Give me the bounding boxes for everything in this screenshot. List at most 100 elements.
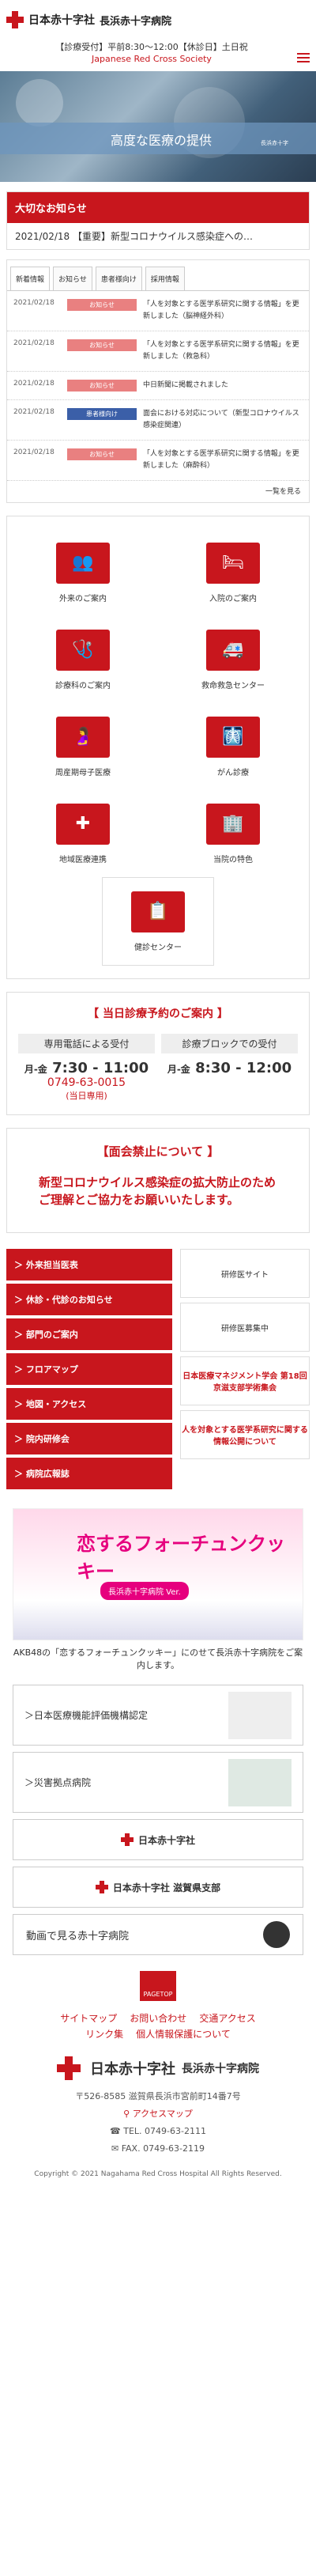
service-item[interactable]: 🩺 診療科のご案内 [8,616,158,703]
quick-link[interactable]: ＞ 地図・アクセス [6,1388,172,1420]
service-item[interactable]: 🩻 がん診療 [158,703,308,790]
hours-text: 【診療受付】平前8:30〜12:00【休診日】土日祝 [55,42,248,52]
service-item[interactable]: 🛏 入院のご案内 [158,529,308,616]
more-link[interactable]: 一覧を見る [7,481,309,496]
service-label: 周産期母子医療 [55,768,111,777]
service-item[interactable]: 📋 健診センター [102,877,214,966]
news-text: 「人を対象とする医学系研究に関する情報」を更新しました（麻酔科） [143,450,299,470]
quick-link-label: 院内研修会 [25,1434,70,1444]
news-badge: お知らせ [67,339,137,351]
visit-title: 【面会禁止について 】 [96,1144,220,1159]
tab-2[interactable]: 患者様向け [95,267,142,290]
arrow-icon: ＞ [14,1330,26,1340]
block-days: 月-金 [167,1064,190,1075]
footer-link[interactable]: サイトマップ [60,2013,117,2024]
tab-1[interactable]: お知らせ [53,267,92,290]
news-date: 2021/02/18 [13,448,55,456]
news-date: 2021/02/18 [13,408,55,416]
tel-label: TEL. 0749-63-2111 [123,2126,206,2136]
cookie-title: 恋するフォーチュンクッキー [77,1533,285,1583]
side-banner[interactable]: 人を対象とする医学系研究に関する情報公開について [180,1410,310,1459]
service-icon: 🛏 [206,542,260,584]
fax: ✉ FAX. 0749-63-2119 [0,2140,316,2158]
quick-link[interactable]: ＞ 院内研修会 [6,1423,172,1454]
notice-item[interactable]: 2021/02/18 【重要】新型コロナウイルス感染症への… [7,223,309,249]
news-text: 「人を対象とする医学系研究に関する情報」を更新しました（脳神経外科） [143,301,299,320]
footer-link[interactable]: 交通アクセス [199,2013,255,2024]
accreditation-thumb [228,1691,292,1739]
arrow-icon: ＞ [14,1364,26,1375]
news-row[interactable]: 2021/02/18 お知らせ 「人を対象とする医学系研究に関する情報」を更新し… [7,441,309,481]
arrow-icon: ＞ [14,1469,26,1479]
pagetop-button[interactable]: PAGETOP [140,1971,176,2001]
service-item[interactable]: 👥 外来のご案内 [8,529,158,616]
service-item[interactable]: ✚ 地域医療連携 [8,790,158,877]
shiga-link-label: 日本赤十字社 滋賀県支部 [112,1882,221,1893]
service-icon: 📋 [131,891,185,932]
video-link[interactable]: 動画で見る赤十字病院 [13,1914,303,1955]
access-map-link[interactable]: ⚲ アクセスマップ [0,2105,316,2123]
logo-main[interactable]: 日本赤十字社 [28,12,95,28]
quick-link[interactable]: ＞ 休診・代診のお知らせ [6,1284,172,1315]
jrc-link[interactable]: 日本赤十字社 [13,1819,303,1860]
red-cross-icon [120,1833,134,1846]
cookie-pill: 長浜赤十字病院 Ver. [100,1582,189,1600]
disaster-box[interactable]: ＞災害拠点病院 [13,1752,303,1813]
news-badge: 患者様向け [67,408,137,420]
news-row[interactable]: 2021/02/18 お知らせ 「人を対象とする医学系研究に関する情報」を更新し… [7,331,309,372]
jrc-link-label: 日本赤十字社 [137,1834,195,1846]
quick-link-label: 病院広報誌 [25,1469,70,1479]
news-panel: 新着情報 お知らせ 患者様向け 採用情報 2021/02/18 お知らせ 「人を対象と… [6,259,310,503]
service-item[interactable]: 🚑 救命救急センター [158,616,308,703]
red-cross-icon [95,1881,108,1893]
service-icon: 👥 [56,542,110,584]
footer-link[interactable]: リンク集 [85,2029,123,2040]
logo-sub[interactable]: 長浜赤十字病院 [100,13,171,28]
tel[interactable]: ☎ TEL. 0749-63-2111 [0,2123,316,2140]
arrow-icon: ＞ [14,1295,26,1305]
cookie-caption: AKB48の「恋するフォーチュンクッキー」にのせて長浜赤十字病院をご案内します。 [13,1647,303,1670]
quick-link-label: 部門のご案内 [25,1330,78,1340]
footer-link[interactable]: 個人情報保護について [136,2029,231,2040]
service-icon: 🚑 [206,629,260,671]
news-row[interactable]: 2021/02/18 お知らせ 中日新聞に掲載されました [7,372,309,400]
menu-icon[interactable] [297,51,310,65]
important-notice: 大切なお知らせ 2021/02/18 【重要】新型コロナウイルス感染症への… [6,191,310,250]
side-banner[interactable]: 研修医サイト [180,1249,310,1298]
tab-0[interactable]: 新着情報 [10,267,51,290]
service-label: 外来のご案内 [59,594,107,603]
news-row[interactable]: 2021/02/18 患者様向け 面会における対応について（新型コロナウイルス感… [7,400,309,441]
accreditation-box[interactable]: ＞日本医療機能評価機構認定 [13,1685,303,1746]
side-banner[interactable]: 日本医療マネジメント学会 第18回 京滋支部学術集会 [180,1356,310,1405]
block-time: 8:30 - 12:00 [195,1060,292,1076]
quick-link[interactable]: ＞ 病院広報誌 [6,1458,172,1489]
service-icon: ✚ [56,803,110,845]
service-label: がん診療 [217,768,249,777]
service-label: 入院のご案内 [209,594,257,603]
service-item[interactable]: 🤰 周産期母子医療 [8,703,158,790]
visit-ban-box[interactable]: 【面会禁止について 】 新型コロナウイルス感染症の拡大防止のため ご理解とご協力… [6,1128,310,1233]
service-grid: 👥 外来のご案内 🛏 入院のご案内 🩺 診療科のご案内 🚑 救命救急センター 🤰 周産期… [6,516,310,979]
tab-3[interactable]: 採用情報 [145,267,185,290]
disaster-thumb [228,1758,292,1806]
shiga-branch-link[interactable]: 日本赤十字社 滋賀県支部 [13,1867,303,1908]
news-text: 中日新聞に掲載されました [143,381,229,389]
service-item[interactable]: 🏢 当院の特色 [158,790,308,877]
quick-link[interactable]: ＞ 部門のご案内 [6,1318,172,1350]
news-row[interactable]: 2021/02/18 お知らせ 「人を対象とする医学系研究に関する情報」を更新し… [7,291,309,331]
phone-time: 7:30 - 11:00 [52,1060,149,1076]
quick-link[interactable]: ＞ 外来担当医表 [6,1249,172,1280]
copyright: Copyright © 2021 Nagahama Red Cross Hosp… [34,2170,282,2178]
side-banner[interactable]: 研修医募集中 [180,1303,310,1352]
info-bar: 【診療受付】平前8:30〜12:00【休診日】土日祝 Japanese Red … [0,40,316,71]
block-label: 診療ブロックでの受付 [161,1034,298,1053]
hero-caption: 高度な医療の提供 [111,133,213,148]
news-tabs: 新着情報 お知らせ 患者様向け 採用情報 [7,260,309,291]
quick-link[interactable]: ＞ フロアマップ [6,1353,172,1385]
accreditation-link: ＞日本医療機能評価機構認定 [24,1710,149,1721]
reservation-tel[interactable]: 0749-63-0015 [15,1076,158,1089]
arrow-icon: ＞ [14,1434,26,1444]
cookie-video-banner[interactable]: 恋するフォーチュンクッキー 長浜赤十字病院 Ver. [13,1508,303,1640]
footer-link[interactable]: お問い合わせ [130,2013,186,2024]
reservation-box: 【 当日診療予約のご案内 】 専用電話による受付 月-金 7:30 - 11:0… [6,992,310,1115]
